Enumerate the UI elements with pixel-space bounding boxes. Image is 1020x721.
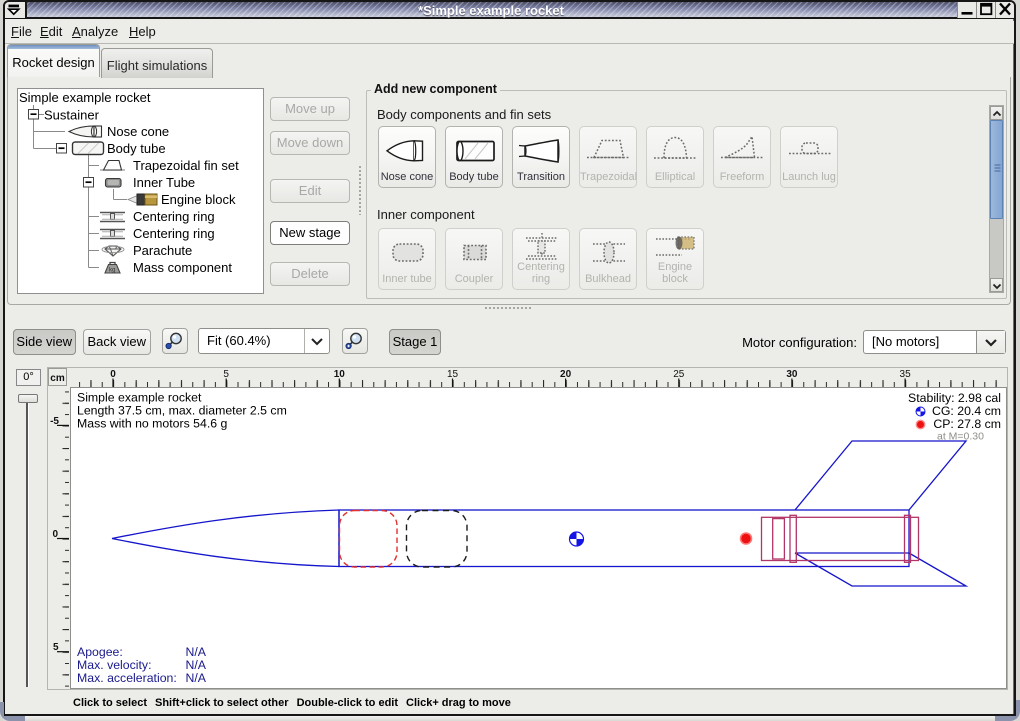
- svg-text:CG: 20.4 cm: CG: 20.4 cm: [932, 404, 1001, 418]
- svg-text:35: 35: [900, 369, 912, 380]
- svg-text:Trapezoidal fin set: Trapezoidal fin set: [133, 158, 239, 173]
- svg-text:kg: kg: [109, 268, 115, 274]
- svg-text:Sustainer: Sustainer: [44, 108, 100, 123]
- svg-text:Parachute: Parachute: [133, 243, 192, 258]
- svg-text:20: 20: [560, 369, 572, 380]
- svg-text:Body tube: Body tube: [107, 141, 166, 156]
- svg-text:N/A: N/A: [186, 645, 207, 659]
- svg-text:Max. velocity:: Max. velocity:: [77, 658, 151, 672]
- svg-text:Apogee:: Apogee:: [77, 645, 123, 659]
- svg-text:0: 0: [52, 529, 58, 540]
- svg-text:15: 15: [447, 369, 459, 380]
- svg-text:Mass component: Mass component: [133, 260, 232, 275]
- svg-text:-5: -5: [50, 416, 59, 427]
- svg-text:25: 25: [673, 369, 685, 380]
- svg-text:Engine block: Engine block: [161, 192, 236, 207]
- svg-text:Centering ring: Centering ring: [133, 209, 215, 224]
- svg-text:10: 10: [334, 369, 346, 380]
- svg-text:at M=0.30: at M=0.30: [937, 431, 984, 443]
- svg-text:0: 0: [110, 369, 116, 380]
- svg-text:Centering ring: Centering ring: [133, 226, 215, 241]
- svg-text:30: 30: [786, 369, 798, 380]
- svg-text:cm: cm: [50, 373, 65, 384]
- svg-text:N/A: N/A: [186, 671, 207, 685]
- svg-text:Simple example rocket: Simple example rocket: [77, 391, 202, 405]
- svg-text:Inner Tube: Inner Tube: [133, 175, 195, 190]
- svg-text:Max. acceleration:: Max. acceleration:: [77, 671, 177, 685]
- svg-text:N/A: N/A: [186, 658, 207, 672]
- svg-text:Mass with no motors 54.6 g: Mass with no motors 54.6 g: [77, 417, 228, 431]
- svg-text:CP: 27.8 cm: CP: 27.8 cm: [933, 417, 1001, 431]
- svg-text:5: 5: [223, 369, 229, 380]
- svg-text:Length 37.5 cm, max. diameter: Length 37.5 cm, max. diameter 2.5 cm: [77, 404, 287, 418]
- svg-text:Nose cone: Nose cone: [107, 124, 169, 139]
- svg-text:Simple example rocket: Simple example rocket: [19, 90, 151, 105]
- svg-text:5: 5: [53, 642, 59, 653]
- svg-text:Stability: 2.98 cal: Stability: 2.98 cal: [908, 391, 1001, 405]
